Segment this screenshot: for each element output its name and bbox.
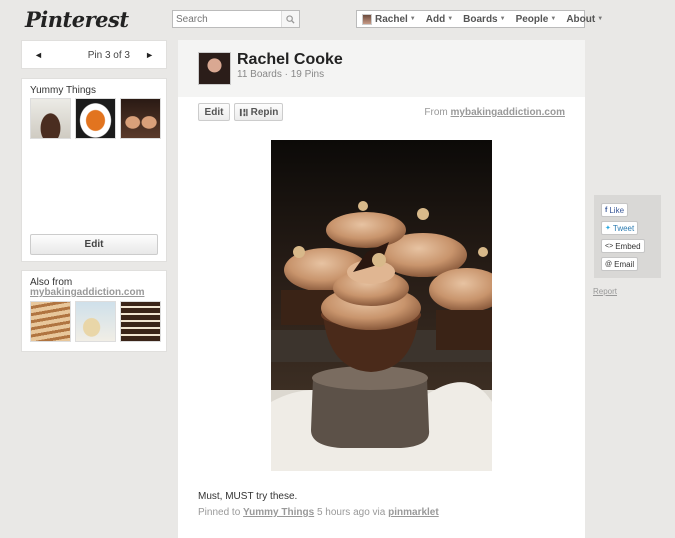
user-avatar-icon [362,13,372,25]
chevron-down-icon: ▼ [550,16,557,22]
pinned-to-label: Pinned to [198,507,241,518]
facebook-icon: f [605,206,608,214]
board-title[interactable]: Yummy Things [30,85,96,96]
pinterest-logo[interactable]: Pinterest [25,7,129,32]
board-thumbnail[interactable] [75,98,116,139]
nav-user-label: Rachel [375,13,408,25]
from-label: From [424,107,448,118]
repin-button[interactable]: Repin [234,103,283,121]
pin-time: 5 hours ago via [316,507,386,518]
search-input[interactable] [173,11,281,27]
pin-detail-panel: Rachel Cooke 11 Boards · 19 Pins Edit Re… [178,40,585,538]
pin-image[interactable] [271,140,492,471]
nav-boards-menu[interactable]: Boards ▼ [458,11,510,27]
search-icon[interactable] [281,11,299,27]
pin-header: Rachel Cooke 11 Boards · 19 Pins [178,40,585,97]
nav-add-menu[interactable]: Add ▼ [421,11,458,27]
tweet-label: Tweet [612,223,635,233]
nav-boards-label: Boards [463,13,498,25]
tweet-button[interactable]: ✦ Tweet [601,221,639,235]
repin-label: Repin [250,106,279,118]
edit-board-button[interactable]: Edit [30,234,158,255]
facebook-like-button[interactable]: f Like [601,203,629,217]
repin-icon [239,108,248,116]
pin-source: From mybakingaddiction.com [424,107,565,118]
stats-separator: · [284,69,288,80]
also-from-card: Also from mybakingaddiction.com [21,270,167,352]
also-from-thumbnails [30,301,161,342]
also-from-thumbnail[interactable] [120,301,161,342]
nav-add-label: Add [425,13,446,25]
via-link[interactable]: pinmarklet [388,507,439,518]
top-nav: Rachel ▼ Add ▼ Boards ▼ People ▼ About ▼ [356,10,603,28]
search-box [172,10,300,28]
like-label: Like [609,205,625,215]
next-pin-icon[interactable]: ► [145,50,154,60]
chevron-down-icon: ▼ [499,16,506,22]
chevron-down-icon: ▼ [597,16,604,22]
report-link[interactable]: Report [593,287,617,296]
board-thumbnail[interactable] [30,98,71,139]
twitter-icon: ✦ [605,225,611,232]
pin-count: Pin 3 of 3 [87,50,130,61]
nav-about-label: About [566,13,596,25]
code-icon: <> [605,242,614,250]
nav-user-menu[interactable]: Rachel ▼ [357,11,421,27]
email-button[interactable]: @ Email [601,257,639,271]
email-label: Email [614,259,635,269]
pin-attribution: Pinned to Yummy Things 5 hours ago via p… [198,507,439,518]
board-thumbnails [30,98,161,139]
board-card: Yummy Things Edit [21,78,167,262]
also-from-domain-link[interactable]: mybakingaddiction.com [30,287,144,298]
edit-pin-button[interactable]: Edit [198,103,230,121]
also-from-thumbnail[interactable] [30,301,71,342]
nav-people-label: People [515,13,549,25]
embed-button[interactable]: <> Embed [601,239,645,253]
at-icon: @ [605,260,613,268]
embed-label: Embed [615,241,641,251]
pinner-stats: 11 Boards · 19 Pins [237,69,324,80]
chevron-down-icon: ▼ [409,16,416,22]
source-domain-link[interactable]: mybakingaddiction.com [451,107,565,118]
pins-count: 19 Pins [290,69,325,80]
boards-count: 11 Boards [237,69,282,80]
pin-description: Must, MUST try these. [198,491,298,502]
share-panel: f Like ✦ Tweet <> Embed @ Email [594,195,661,278]
pin-pager: ◄ Pin 3 of 3 ► [21,40,167,69]
also-from-thumbnail[interactable] [75,301,116,342]
nav-people-menu[interactable]: People ▼ [511,11,562,27]
previous-pin-icon[interactable]: ◄ [34,50,43,60]
pinner-name[interactable]: Rachel Cooke [237,51,343,69]
avatar[interactable] [198,52,231,85]
nav-about-menu[interactable]: About ▼ [561,11,608,27]
chevron-down-icon: ▼ [447,16,454,22]
board-thumbnail[interactable] [120,98,161,139]
board-link[interactable]: Yummy Things [243,507,314,518]
